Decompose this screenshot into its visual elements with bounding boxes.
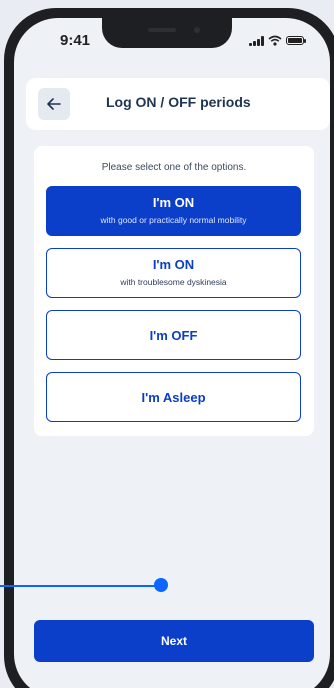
connector-line xyxy=(0,585,158,587)
battery-icon xyxy=(286,36,306,45)
option-asleep[interactable]: I'm Asleep xyxy=(46,372,301,422)
page-title: Log ON / OFF periods xyxy=(106,94,251,110)
connector-dot xyxy=(154,578,168,592)
option-subtitle: with good or practically normal mobility xyxy=(100,215,247,225)
camera xyxy=(194,27,200,33)
option-on-dyskinesia[interactable]: I'm ON with troublesome dyskinesia xyxy=(46,248,301,298)
signal-icon xyxy=(249,35,264,46)
option-on-good-mobility[interactable]: I'm ON with good or practically normal m… xyxy=(46,186,301,236)
instruction-text: Please select one of the options. xyxy=(101,162,247,173)
notch xyxy=(102,18,232,48)
option-subtitle: with troublesome dyskinesia xyxy=(120,277,227,287)
option-title: I'm ON xyxy=(152,257,195,272)
option-off[interactable]: I'm OFF xyxy=(46,310,301,360)
header-bar: Log ON / OFF periods xyxy=(26,78,330,130)
options-card: Please select one of the options. I'm ON… xyxy=(34,146,314,436)
wifi-icon xyxy=(268,35,282,46)
app-screen: 9:41 Log ON / OFF periods Please select … xyxy=(14,18,330,688)
option-title: I'm OFF xyxy=(149,328,198,343)
arrow-left-icon xyxy=(47,98,61,110)
next-button[interactable]: Next xyxy=(34,620,314,662)
status-time: 9:41 xyxy=(60,32,91,49)
option-title: I'm Asleep xyxy=(141,390,206,405)
status-icons xyxy=(249,35,306,46)
option-title: I'm ON xyxy=(152,195,195,210)
back-button[interactable] xyxy=(38,88,70,120)
speaker xyxy=(148,28,176,32)
